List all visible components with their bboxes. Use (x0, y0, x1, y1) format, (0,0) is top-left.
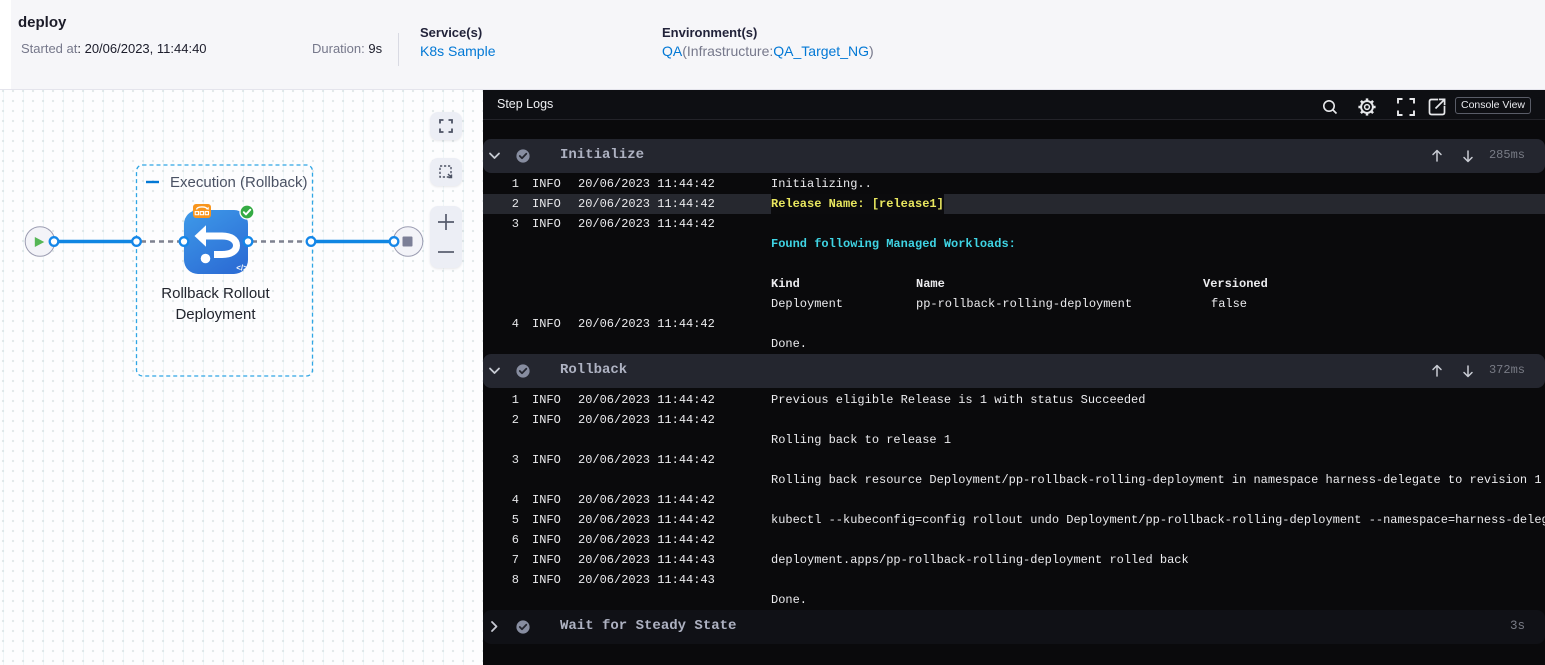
svg-text:</>: </> (236, 264, 248, 273)
